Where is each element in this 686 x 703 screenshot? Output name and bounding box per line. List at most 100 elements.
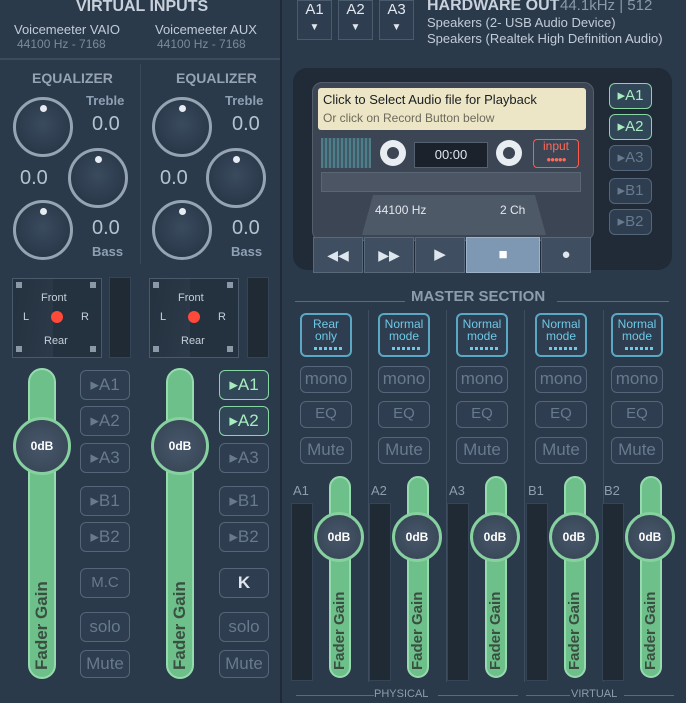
strip1-bus-a3-button[interactable]: ▸A3 (80, 443, 130, 473)
bus-1-fader-knob[interactable]: 0dB (392, 512, 442, 562)
bus-4-name: B2 (604, 483, 620, 498)
hw-device-1[interactable]: Speakers (2- USB Audio Device) (427, 16, 616, 30)
bus-1-mode-button[interactable]: Normal mode (378, 313, 430, 357)
bus-3-mono-button[interactable]: mono (535, 366, 587, 393)
fast-forward-button[interactable]: ▶▶ (364, 237, 414, 273)
strip1-bus-b2-button[interactable]: ▸B2 (80, 522, 130, 552)
strip1-solo-button[interactable]: solo (80, 612, 130, 642)
bus-0-fader-track[interactable]: Fader Gain (329, 476, 351, 678)
bus-4-fader-track[interactable]: Fader Gain (640, 476, 662, 678)
record-button[interactable]: ● (541, 237, 591, 273)
eq-divider (140, 64, 141, 264)
strip2-solo-button[interactable]: solo (219, 612, 269, 642)
bus-4-mode-button[interactable]: Normal mode (611, 313, 663, 357)
master-section-title: MASTER SECTION (411, 288, 546, 305)
bus-1-mono-button[interactable]: mono (378, 366, 430, 393)
strip2-bus-a1-button[interactable]: ▸A1 (219, 370, 269, 400)
bus-2-eq-button[interactable]: EQ (456, 401, 508, 428)
bus-0-mono-button[interactable]: mono (300, 366, 352, 393)
strip1-treble-knob[interactable] (13, 97, 73, 157)
bus-2-fader-track[interactable]: Fader Gain (485, 476, 507, 678)
right-reel-icon (496, 140, 522, 166)
bus-0-fader-knob[interactable]: 0dB (314, 512, 364, 562)
strip1-rate: 44100 Hz - 7168 (17, 37, 106, 51)
strip1-mid-knob[interactable] (68, 148, 128, 208)
strip2-bus-b1-button[interactable]: ▸B1 (219, 486, 269, 516)
strip1-pan-cursor[interactable] (51, 311, 63, 323)
bus-separator (524, 310, 525, 682)
virtual-label: VIRTUAL (571, 688, 618, 700)
rewind-button[interactable]: ◀◀ (313, 237, 363, 273)
strip1-mc-button[interactable]: M.C (80, 568, 130, 598)
strip2-fader-knob[interactable]: 0dB (151, 417, 209, 475)
header-divider (0, 58, 280, 60)
hw-out-a1-button[interactable]: A1 ▼ (297, 0, 332, 40)
strip1-pan-pad[interactable]: Front L R Rear (12, 278, 102, 358)
playback-prompt-line2: Or click on Record Button below (323, 111, 495, 125)
strip1-fader-knob[interactable]: 0dB (13, 417, 71, 475)
strip2-bus-b2-button[interactable]: ▸B2 (219, 522, 269, 552)
playback-prompt[interactable]: Click to Select Audio file for Playback … (318, 88, 586, 130)
bus-0-mode-button[interactable]: Rear only (300, 313, 352, 357)
bus-1-fader-label: Fader Gain (409, 591, 426, 670)
strip2-mute-button[interactable]: Mute (219, 650, 269, 678)
strip2-mid-knob[interactable] (206, 148, 266, 208)
play-button[interactable]: ▶ (415, 237, 465, 273)
strip2-fader-label: Fader Gain (170, 581, 189, 670)
strip2-bus-a3-button[interactable]: ▸A3 (219, 443, 269, 473)
playback-progress[interactable] (321, 172, 581, 192)
bus-2-level-meter (447, 503, 469, 681)
bus-3-eq-button[interactable]: EQ (535, 401, 587, 428)
bus-1-eq-button[interactable]: EQ (378, 401, 430, 428)
strip2-k-button[interactable]: K (219, 568, 269, 598)
bus-2-mono-button[interactable]: mono (456, 366, 508, 393)
strip2-pan-front: Front (178, 292, 204, 304)
bus-4-eq-button[interactable]: EQ (611, 401, 663, 428)
strip1-fader-track[interactable]: Fader Gain (28, 368, 56, 679)
bus-4-fader-knob[interactable]: 0dB (625, 512, 675, 562)
strip2-bus-a2-button[interactable]: ▸A2 (219, 406, 269, 436)
strip2-pan-cursor[interactable] (188, 311, 200, 323)
player-bus-a1-button[interactable]: ▸A1 (609, 83, 652, 109)
bus-2-fader-knob[interactable]: 0dB (470, 512, 520, 562)
bus-3-mute-button[interactable]: Mute (535, 437, 587, 464)
bus-3-mode-button[interactable]: Normal mode (535, 313, 587, 357)
hw-out-a2-button[interactable]: A2 ▼ (338, 0, 373, 40)
strip2-treble-knob[interactable] (152, 97, 212, 157)
bus-4-mute-button[interactable]: Mute (611, 437, 663, 464)
strip1-pan-l: L (23, 311, 30, 323)
hw-out-a3-button[interactable]: A3 ▼ (379, 0, 414, 40)
bus-1-fader-track[interactable]: Fader Gain (407, 476, 429, 678)
strip2-bass-knob[interactable] (152, 200, 212, 260)
time-display: 00:00 (414, 142, 488, 168)
bus-3-fader-knob[interactable]: 0dB (549, 512, 599, 562)
bus-2-mute-button[interactable]: Mute (456, 437, 508, 464)
input-record-button[interactable]: input ●●●●● (533, 139, 579, 168)
strip2-fader-track[interactable]: Fader Gain (166, 368, 194, 679)
bus-0-eq-button[interactable]: EQ (300, 401, 352, 428)
bus-1-mute-button[interactable]: Mute (378, 437, 430, 464)
player-bus-a3-button[interactable]: ▸A3 (609, 145, 652, 171)
bus-0-mute-button[interactable]: Mute (300, 437, 352, 464)
strip1-bus-a2-button[interactable]: ▸A2 (80, 406, 130, 436)
strip2-pan-pad[interactable]: Front L R Rear (149, 278, 239, 358)
strip1-bus-b1-button[interactable]: ▸B1 (80, 486, 130, 516)
bus-3-fader-track[interactable]: Fader Gain (564, 476, 586, 678)
bus-1-level-meter (369, 503, 391, 681)
bus-3-fader-label: Fader Gain (566, 591, 583, 670)
player-bus-a2-button[interactable]: ▸A2 (609, 114, 652, 140)
strip1-mute-button[interactable]: Mute (80, 650, 130, 678)
player-bus-b2-button[interactable]: ▸B2 (609, 209, 652, 235)
strip1-bus-a1-button[interactable]: ▸A1 (80, 370, 130, 400)
bus-4-mono-button[interactable]: mono (611, 366, 663, 393)
stop-button[interactable]: ■ (466, 237, 540, 273)
left-reel-icon (380, 140, 406, 166)
bus-0-name: A1 (293, 483, 309, 498)
strip2-rate: 44100 Hz - 7168 (157, 37, 246, 51)
strip2-device-name[interactable]: Voicemeeter AUX (155, 23, 257, 37)
player-bus-b1-button[interactable]: ▸B1 (609, 178, 652, 204)
hw-device-2[interactable]: Speakers (Realtek High Definition Audio) (427, 32, 663, 46)
strip1-bass-knob[interactable] (13, 200, 73, 260)
strip1-device-name[interactable]: Voicemeeter VAIO (14, 23, 120, 37)
bus-2-mode-button[interactable]: Normal mode (456, 313, 508, 357)
